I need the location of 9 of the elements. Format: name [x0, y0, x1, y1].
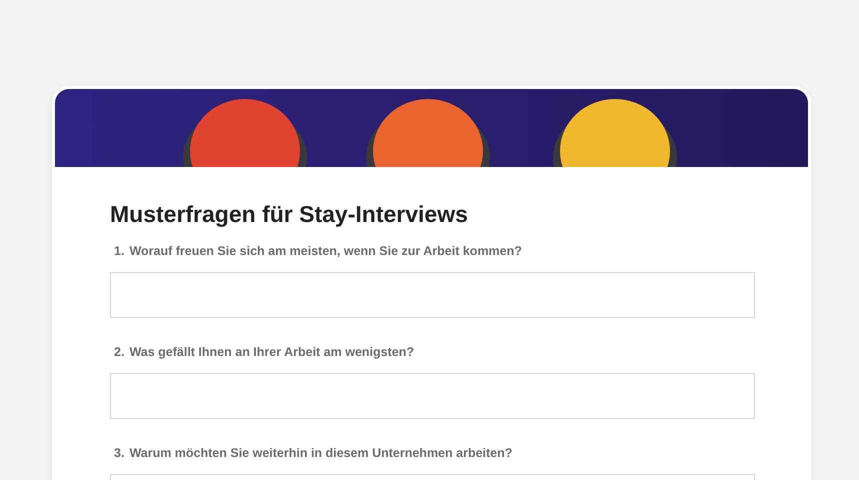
question-number: 1. — [114, 242, 124, 259]
form-title: Musterfragen für Stay-Interviews — [110, 201, 469, 229]
question-label: Worauf freuen Sie sich am meisten, wenn Sie zur Arbeit kommen? — [129, 242, 522, 259]
question-number: 2. — [114, 344, 124, 360]
answer-field[interactable] — [110, 372, 755, 419]
question-label: Was gefällt Ihnen an Ihrer Arbeit am wenigsten? — [129, 344, 414, 360]
answer-field[interactable] — [110, 272, 755, 318]
question-number: 3. — [114, 444, 124, 461]
question-label: Warum möchten Sie weiterhin in diesem Unternehmen arbeiten? — [129, 444, 512, 461]
